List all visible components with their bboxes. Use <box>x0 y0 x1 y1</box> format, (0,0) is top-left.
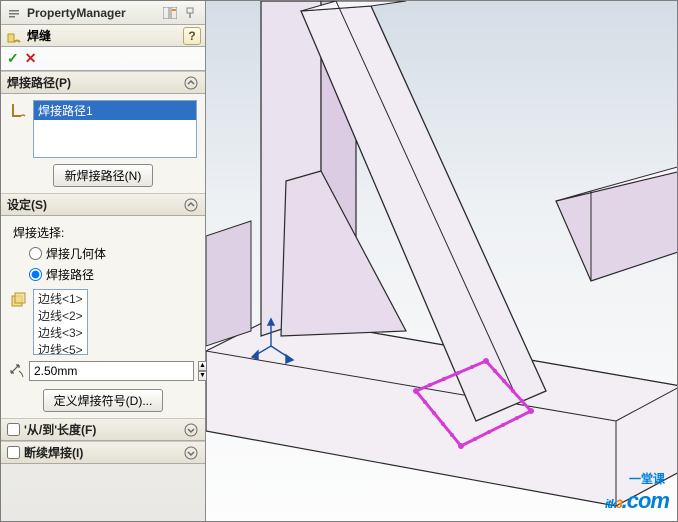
radio-input-path[interactable] <box>29 268 42 281</box>
watermark-text-c: .com <box>622 488 669 513</box>
section-title: '从/到'长度(F) <box>24 421 183 438</box>
list-item[interactable]: 边线<5> <box>34 341 87 355</box>
model-geometry <box>206 1 677 521</box>
weld-path-listbox[interactable]: 焊接路径1 <box>33 100 197 158</box>
section-from-to: '从/到'长度(F) <box>1 418 205 441</box>
section-title: 焊接路径(P) <box>7 74 183 91</box>
radio-weld-geometry[interactable]: 焊接几何体 <box>9 243 197 264</box>
edge-listbox[interactable]: 边线<1> 边线<2> 边线<3> 边线<5> <box>33 289 88 355</box>
pm-header: PropertyManager <box>1 1 205 25</box>
path-icon <box>9 100 29 158</box>
chevron-up-icon[interactable] <box>183 75 199 91</box>
chevron-down-icon[interactable] <box>183 422 199 438</box>
confirm-bar: ✓ ✕ <box>1 47 205 71</box>
watermark-text-a: itk <box>605 497 616 511</box>
dimension-input[interactable] <box>29 361 194 381</box>
pm-title: PropertyManager <box>25 6 161 20</box>
radio-label: 焊接路径 <box>46 266 94 283</box>
cancel-button[interactable]: ✕ <box>25 50 37 67</box>
pin-icon[interactable] <box>181 4 199 22</box>
feature-title: 焊缝 <box>27 27 183 44</box>
new-weld-path-button[interactable]: 新焊接路径(N) <box>53 164 153 187</box>
chevron-up-icon[interactable] <box>183 197 199 213</box>
section-intermittent: 断续焊接(I) <box>1 441 205 464</box>
section-title: 设定(S) <box>7 196 183 213</box>
section-header-weld-path[interactable]: 焊接路径(P) <box>1 72 205 94</box>
list-item[interactable]: 焊接路径1 <box>34 101 196 120</box>
intermittent-checkbox[interactable] <box>7 446 20 459</box>
radio-weld-path[interactable]: 焊接路径 <box>9 264 197 285</box>
section-weld-path: 焊接路径(P) 焊接路径1 新焊接路径(N) <box>1 71 205 193</box>
watermark: itk3.com <box>605 483 669 515</box>
section-header-settings[interactable]: 设定(S) <box>1 194 205 216</box>
property-manager-panel: PropertyManager 焊缝 ? ✓ ✕ 焊接路径(P) <box>1 1 206 521</box>
graphics-viewport[interactable]: 一堂课 itk3.com <box>206 1 677 521</box>
help-button[interactable]: ? <box>183 27 201 45</box>
dimension-row: ▲ ▼ <box>9 361 197 381</box>
section-title: 断续焊接(I) <box>24 444 183 461</box>
chevron-down-icon[interactable] <box>183 445 199 461</box>
feature-header: 焊缝 ? <box>1 25 205 47</box>
selection-label: 焊接选择: <box>9 222 197 243</box>
split-icon[interactable] <box>161 4 179 22</box>
radio-label: 焊接几何体 <box>46 245 106 262</box>
radio-input-geometry[interactable] <box>29 247 42 260</box>
define-weld-symbol-button[interactable]: 定义焊接符号(D)... <box>43 389 164 412</box>
list-item[interactable]: 边线<2> <box>34 307 87 324</box>
list-item[interactable]: 边线<3> <box>34 324 87 341</box>
section-settings: 设定(S) 焊接选择: 焊接几何体 焊接路径 边线<1> 边线<2 <box>1 193 205 418</box>
from-to-checkbox[interactable] <box>7 423 20 436</box>
section-header-intermittent[interactable]: 断续焊接(I) <box>1 442 205 464</box>
list-item[interactable]: 边线<1> <box>34 290 87 307</box>
section-header-from-to[interactable]: '从/到'长度(F) <box>1 419 205 441</box>
ok-button[interactable]: ✓ <box>7 50 19 67</box>
weld-bead-icon <box>5 27 23 45</box>
edge-icon <box>9 289 29 355</box>
dimension-icon <box>9 363 25 379</box>
pm-flyout-icon[interactable] <box>5 4 23 22</box>
